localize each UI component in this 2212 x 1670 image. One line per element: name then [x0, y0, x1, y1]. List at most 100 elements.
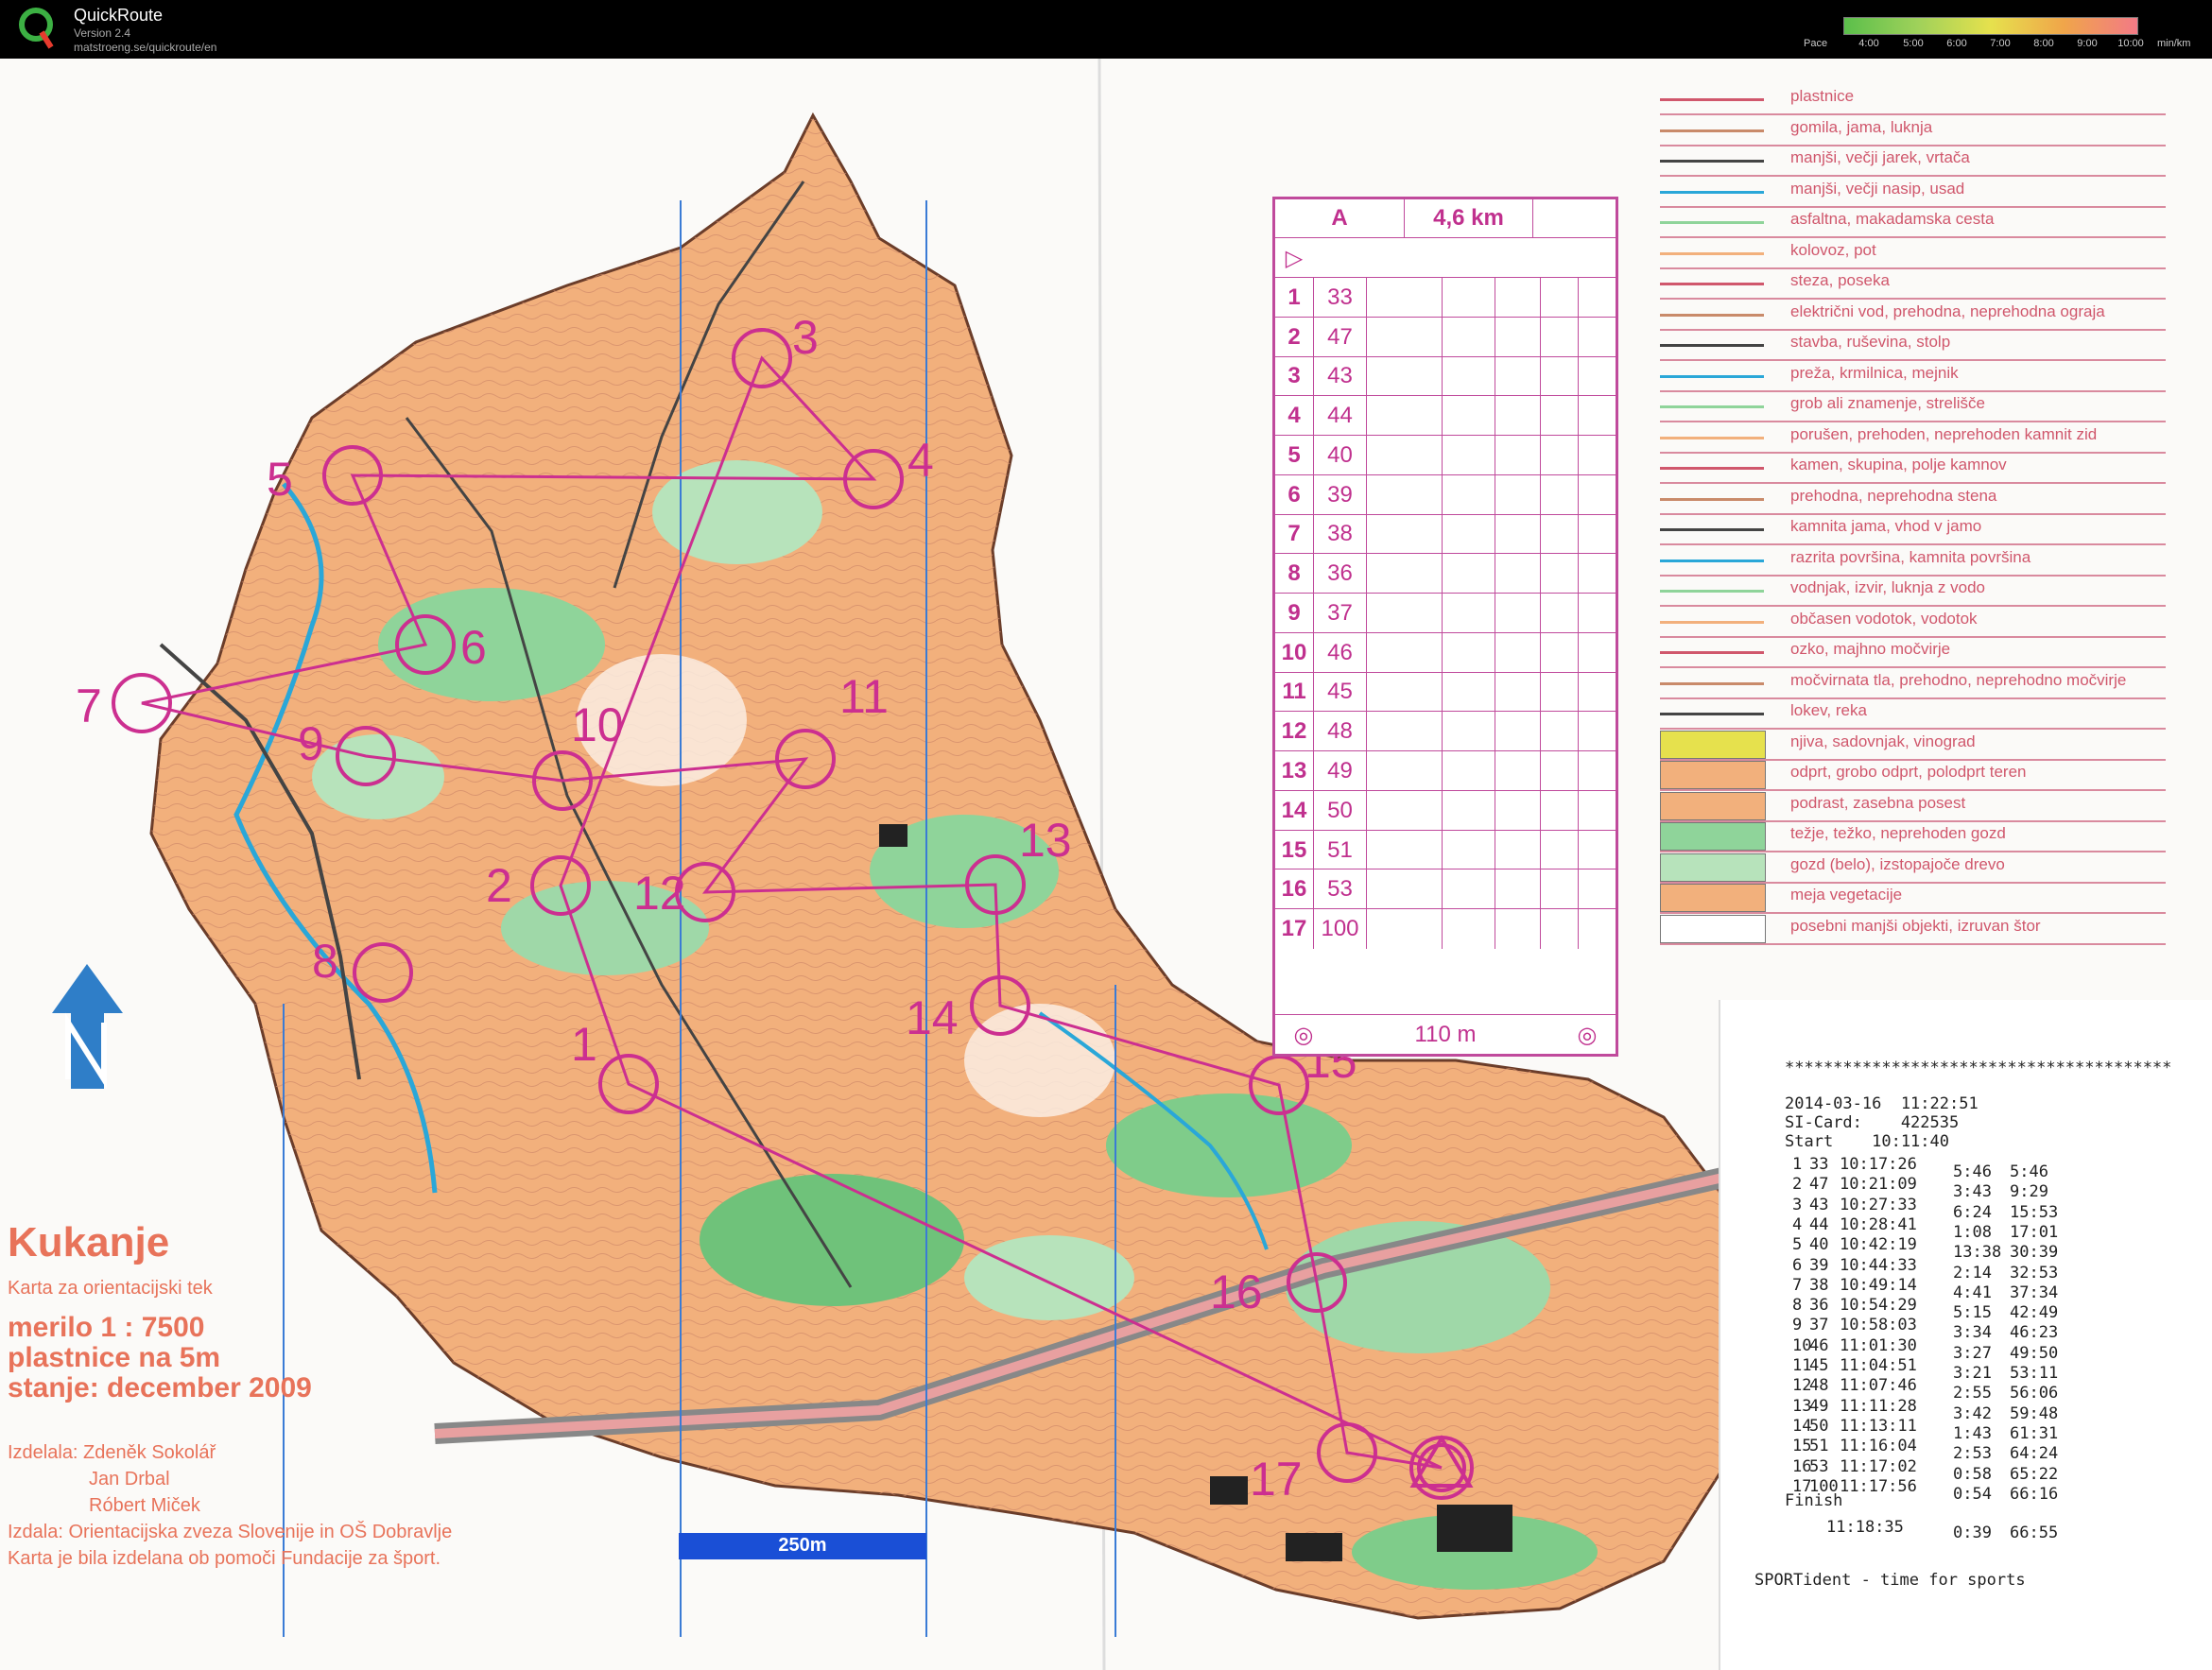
- legend-symbol-icon: [1660, 208, 1764, 224]
- legend-label: vodnjak, izvir, luknja z vodo: [1790, 578, 1985, 596]
- split-leg: 3:21: [1953, 1364, 1992, 1383]
- split-n: 5: [1792, 1235, 1803, 1255]
- description-grid-line: [1540, 672, 1541, 713]
- split-time: 10:21:09: [1840, 1175, 1917, 1195]
- description-grid-line: [1578, 317, 1579, 357]
- legend-label: električni vod, prehodna, neprehodna ogr…: [1790, 301, 2105, 320]
- building: [879, 824, 907, 847]
- description-grid-line: [1540, 436, 1541, 475]
- legend-row: kamen, skupina, polje kamnov: [1660, 452, 2166, 484]
- map-subtitle: Karta za orientacijski tek: [8, 1278, 213, 1299]
- split-leg: 3:34: [1953, 1323, 1992, 1343]
- split-n: 9: [1792, 1316, 1803, 1335]
- split-code: 46: [1809, 1335, 1829, 1355]
- control-number: 13: [1019, 814, 1072, 867]
- app-url[interactable]: matstroeng.se/quickroute/en: [74, 41, 216, 54]
- control-code: 51: [1313, 830, 1366, 870]
- split-code: 40: [1809, 1235, 1829, 1255]
- legend-label: porušen, prehoden, neprehoden kamnit zid: [1790, 424, 2098, 443]
- legend-symbol-icon: [1660, 884, 1766, 912]
- description-grid-line: [1366, 278, 1367, 318]
- description-row: 8 36: [1275, 553, 1616, 594]
- pace-tick: 4:00: [1858, 38, 1879, 49]
- legend-label: stavba, ruševina, stolp: [1790, 333, 1951, 351]
- split-n: 1: [1792, 1155, 1803, 1174]
- split-n: 3: [1792, 1195, 1803, 1214]
- legend-symbol-icon: [1660, 515, 1764, 531]
- receipt-date: 2014-03-16 11:22:51: [1785, 1094, 1979, 1113]
- control-code: 38: [1313, 514, 1366, 555]
- description-grid-line: [1540, 356, 1541, 397]
- split-code: 36: [1809, 1296, 1829, 1316]
- map-author: Jan Drbal: [89, 1469, 170, 1489]
- description-grid-line: [1442, 356, 1443, 397]
- legend-label: podrast, zasebna posest: [1790, 793, 1966, 812]
- control-index: 15: [1281, 836, 1307, 863]
- map-publisher: Izdala: Orientacijska zveza Slovenije in…: [8, 1522, 453, 1542]
- pace-label: Pace: [1804, 38, 1828, 49]
- finish-icon: ◎: [1577, 1022, 1598, 1048]
- control-description-sheet: A 4,6 km ▷ 1 33 2 47 3 43 4 44 5 40 6 39 7 38 8 36 9 37 10…: [1272, 197, 1618, 1057]
- orienteering-map[interactable]: 2 3 4 5 6 7 8 9 10 11 12 13 14 15 16 17 …: [0, 59, 2212, 1670]
- description-grid-line: [1540, 396, 1541, 437]
- legend-row: porušen, prehoden, neprehoden kamnit zid: [1660, 422, 2166, 454]
- description-row: 15 51: [1275, 829, 1616, 870]
- split-time: 10:28:41: [1840, 1214, 1917, 1234]
- description-grid-line: [1578, 909, 1579, 949]
- legend-symbol-icon: [1660, 362, 1764, 378]
- description-grid-line: [1540, 869, 1541, 910]
- control-code: 44: [1313, 396, 1366, 437]
- receipt-finish-time: 11:18:35: [1826, 1518, 1904, 1537]
- pace-tick: 6:00: [1946, 38, 1967, 49]
- legend-row: grob ali znamenje, strelišče: [1660, 390, 2166, 422]
- legend-symbol-icon: [1660, 791, 1766, 820]
- description-row: 16 53: [1275, 869, 1616, 910]
- control-number: 12: [633, 867, 686, 920]
- split-total: 65:22: [2010, 1464, 2059, 1484]
- split-total: 30:39: [2010, 1243, 2059, 1263]
- split-time: 10:42:19: [1840, 1235, 1917, 1255]
- legend-label: posebni manjši objekti, izruvan štor: [1790, 916, 2041, 935]
- description-grid-line: [1540, 317, 1541, 357]
- split-time: 11:01:30: [1840, 1335, 1917, 1355]
- split-leg: 3:42: [1953, 1403, 1992, 1423]
- control-code: 100: [1313, 909, 1366, 949]
- legend-row: razrita površina, kamnita površina: [1660, 544, 2166, 577]
- legend-symbol-icon: [1660, 301, 1764, 317]
- legend-symbol-icon: [1660, 116, 1764, 132]
- legend-label: njiva, sadovnjak, vinograd: [1790, 732, 1976, 750]
- description-finish-row: ◎ 110 m ◎: [1275, 1014, 1616, 1055]
- control-index: 11: [1282, 679, 1306, 705]
- description-grid-line: [1366, 436, 1367, 475]
- description-row: 17 100: [1275, 908, 1616, 949]
- description-row: 2 47: [1275, 316, 1616, 357]
- control-index: 2: [1287, 323, 1301, 350]
- legend-symbol-icon: [1660, 454, 1764, 470]
- legend-row: njiva, sadovnjak, vinograd: [1660, 729, 2166, 761]
- control-index: 4: [1287, 403, 1301, 429]
- split-time: 11:07:46: [1840, 1376, 1917, 1396]
- description-grid-line: [1366, 317, 1367, 357]
- description-grid-line: [1578, 356, 1579, 397]
- legend-label: močvirnata tla, prehodno, neprehodno moč…: [1790, 670, 2127, 689]
- si-split-receipt: ****************************************…: [1719, 1000, 2212, 1670]
- start-triangle-icon: ▷: [1285, 245, 1304, 271]
- legend-label: kamen, skupina, polje kamnov: [1790, 456, 2007, 473]
- description-grid-line: [1442, 554, 1443, 594]
- building: [1286, 1533, 1342, 1561]
- finish-distance: 110 m: [1414, 1022, 1477, 1047]
- forest-patch: [964, 1235, 1134, 1320]
- description-grid-line: [1442, 869, 1443, 910]
- legend-label: lokev, reka: [1790, 701, 1867, 719]
- legend-symbol-icon: [1660, 669, 1764, 685]
- legend-row: vodnjak, izvir, luknja z vodo: [1660, 575, 2166, 607]
- description-grid-line: [1366, 712, 1367, 752]
- description-grid-line: [1578, 278, 1579, 318]
- legend-row: podrast, zasebna posest: [1660, 790, 2166, 822]
- map-title: Kukanje: [8, 1219, 170, 1265]
- scale-bar-label: 250m: [778, 1535, 827, 1556]
- description-grid-line: [1442, 790, 1443, 831]
- split-total: 15:53: [2010, 1202, 2059, 1222]
- description-grid-line: [1366, 790, 1367, 831]
- split-time: 10:27:33: [1840, 1195, 1917, 1214]
